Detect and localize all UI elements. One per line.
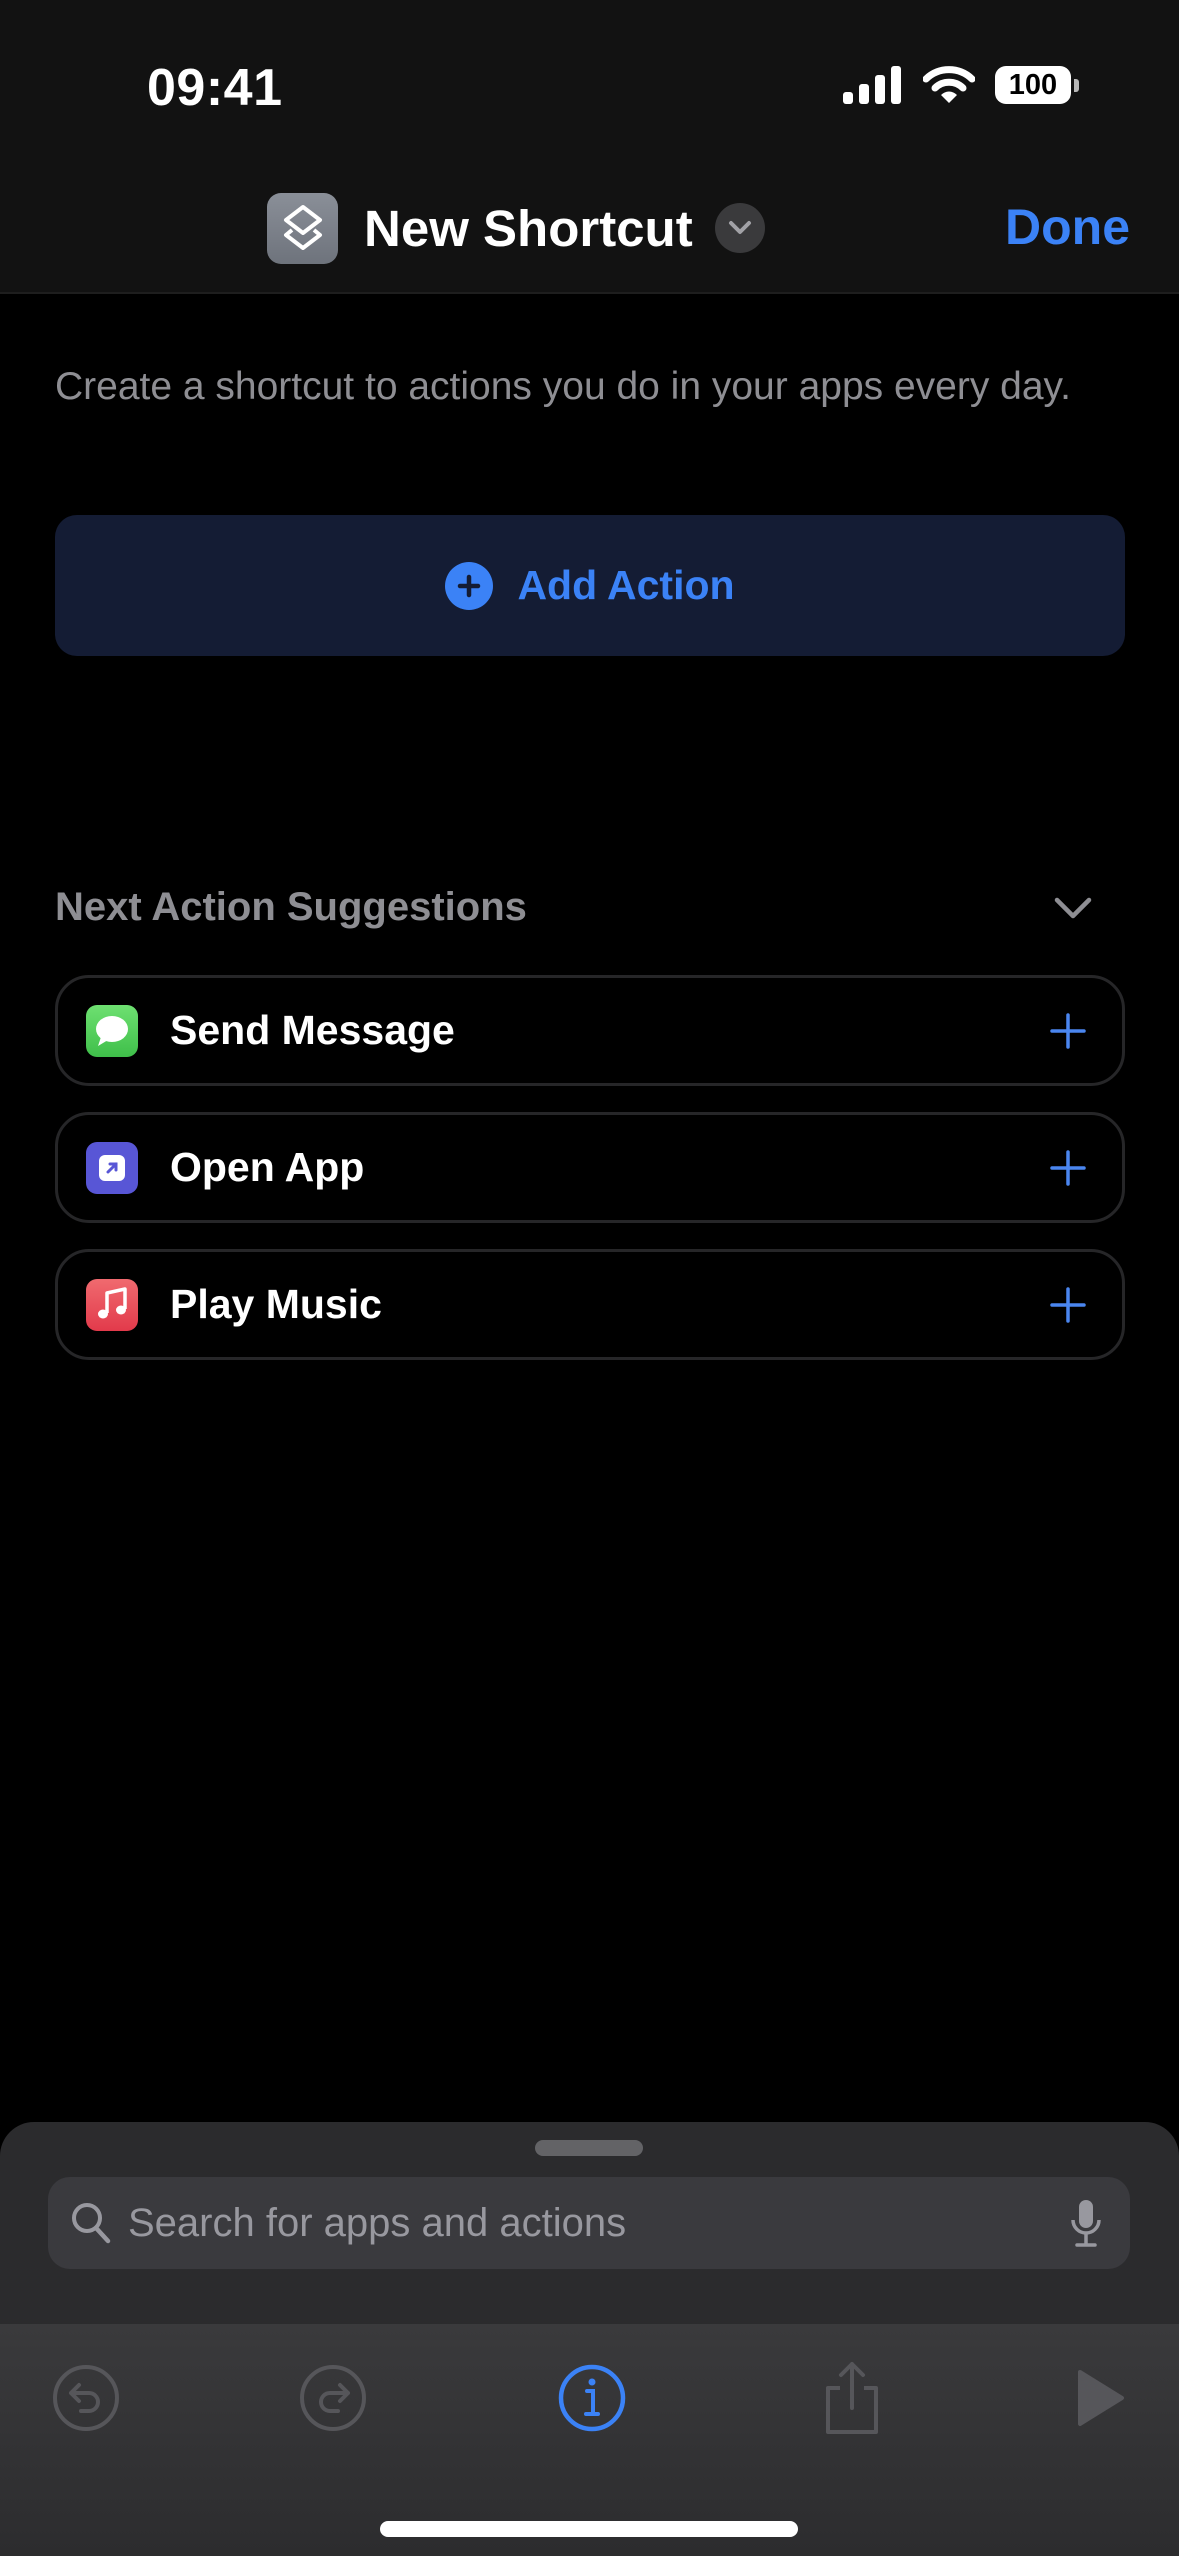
add-icon[interactable] <box>1048 1011 1088 1051</box>
search-input[interactable] <box>128 2200 1070 2246</box>
search-bar[interactable] <box>48 2177 1130 2269</box>
chevron-down-icon[interactable] <box>1053 895 1093 921</box>
top-bar: 09:41 100 New Shortcut Done <box>0 0 1179 294</box>
music-note-icon <box>86 1278 138 1331</box>
status-icons: 100 <box>843 66 1079 104</box>
search-icon <box>72 2203 111 2244</box>
add-action-label: Add Action <box>517 562 735 608</box>
suggestions-header[interactable]: Next Action Suggestions <box>55 885 1125 930</box>
play-icon <box>1078 2370 1124 2426</box>
add-icon[interactable] <box>1048 1285 1088 1325</box>
share-button[interactable] <box>812 2358 892 2438</box>
suggestion-play-music[interactable]: Play Music <box>55 1249 1125 1360</box>
cellular-signal-icon <box>843 66 901 104</box>
suggestions-list: Send Message Open App Play Music <box>55 975 1125 1386</box>
suggestions-title: Next Action Suggestions <box>55 885 527 929</box>
wifi-icon <box>923 66 975 103</box>
battery-icon: 100 <box>995 66 1079 104</box>
suggestion-label: Send Message <box>170 1007 455 1053</box>
shortcut-title-menu[interactable]: New Shortcut <box>267 190 765 266</box>
battery-level: 100 <box>995 66 1071 104</box>
messages-icon <box>86 1004 138 1057</box>
status-time: 09:41 <box>147 59 283 117</box>
info-icon <box>558 2364 626 2432</box>
bottom-toolbar <box>0 2324 1179 2556</box>
undo-button[interactable] <box>46 2358 126 2438</box>
suggestion-send-message[interactable]: Send Message <box>55 975 1125 1086</box>
redo-button[interactable] <box>293 2358 373 2438</box>
run-button[interactable] <box>1060 2358 1140 2438</box>
navigation-bar: New Shortcut Done <box>0 190 1179 266</box>
open-app-icon <box>86 1141 138 1194</box>
chevron-down-icon[interactable] <box>714 203 765 253</box>
suggestion-open-app[interactable]: Open App <box>55 1112 1125 1223</box>
add-icon[interactable] <box>1048 1148 1088 1188</box>
share-icon <box>826 2362 878 2434</box>
microphone-icon[interactable] <box>1070 2198 1102 2248</box>
home-indicator[interactable] <box>380 2521 798 2537</box>
suggestion-label: Open App <box>170 1144 365 1190</box>
redo-icon <box>300 2365 366 2431</box>
description-text: Create a shortcut to actions you do in y… <box>55 365 1071 408</box>
plus-circle-icon <box>445 561 494 610</box>
sheet-grabber[interactable] <box>535 2140 643 2156</box>
done-button[interactable]: Done <box>1005 198 1130 256</box>
info-button[interactable] <box>552 2358 632 2438</box>
add-action-button[interactable]: Add Action <box>55 515 1125 656</box>
undo-icon <box>53 2365 119 2431</box>
page-title[interactable]: New Shortcut <box>364 199 693 258</box>
shortcuts-layers-icon[interactable] <box>267 192 338 264</box>
suggestion-label: Play Music <box>170 1281 382 1327</box>
